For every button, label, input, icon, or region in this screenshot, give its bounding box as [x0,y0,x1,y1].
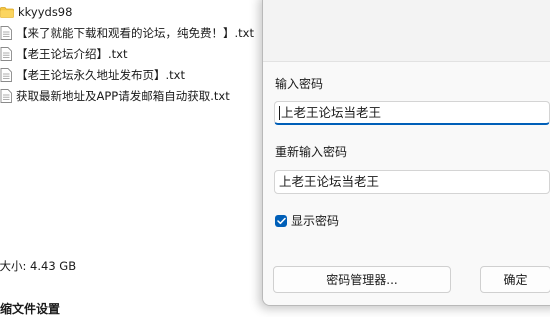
password-value: 上老王论坛当老王 [281,105,382,120]
list-item-file[interactable]: 【老王论坛永久地址发布页】.txt [0,65,185,85]
list-item-label: kkyyds98 [18,5,73,19]
text-file-icon [0,47,12,61]
text-file-icon [0,89,12,103]
password-manager-button[interactable]: 密码管理器... [273,266,451,293]
show-password-label: 显示密码 [291,214,340,228]
list-item-file[interactable]: 【来了就能下载和观看的论坛，纯免费！】.txt [0,23,254,43]
password-input[interactable]: 上老王论坛当老王 [274,101,550,125]
text-file-icon [0,68,12,82]
confirm-password-input[interactable]: 上老王论坛当老王 [274,170,550,194]
list-item-label: 获取最新地址及APP请发邮箱自动获取.txt [16,89,230,103]
list-item-file[interactable]: 获取最新地址及APP请发邮箱自动获取.txt [0,86,230,106]
show-password-row[interactable]: 显示密码 [275,212,339,229]
password-dialog: 输入密码 上老王论坛当老王 重新输入密码 上老王论坛当老王 显示密码 密码管理器… [262,0,550,306]
show-password-checkbox[interactable] [275,214,287,227]
list-item-folder[interactable]: kkyyds98 [0,2,72,22]
ok-button[interactable]: 确定 [480,266,550,293]
text-file-icon [0,26,12,40]
password-label: 输入密码 [275,77,324,91]
dialog-header [263,0,550,62]
total-size-text: 总大小: 4.43 GB [0,259,77,273]
compression-settings-text: 压缩文件设置 [0,302,61,316]
compression-settings-heading: 压缩文件设置 [0,300,60,317]
list-item-file[interactable]: 【老王论坛介绍】.txt [0,44,127,64]
text-caret [279,105,280,120]
confirm-password-label: 重新输入密码 [275,145,348,159]
list-item-label: 【老王论坛介绍】.txt [16,47,128,61]
list-item-label: 【老王论坛永久地址发布页】.txt [16,68,185,82]
folder-icon [0,6,14,18]
confirm-password-value: 上老王论坛当老王 [279,174,380,189]
total-size-label: 总大小: 4.43 GB [0,258,76,274]
checkmark-icon [276,217,286,224]
list-item-label: 【来了就能下载和观看的论坛，纯免费！】.txt [16,26,254,40]
